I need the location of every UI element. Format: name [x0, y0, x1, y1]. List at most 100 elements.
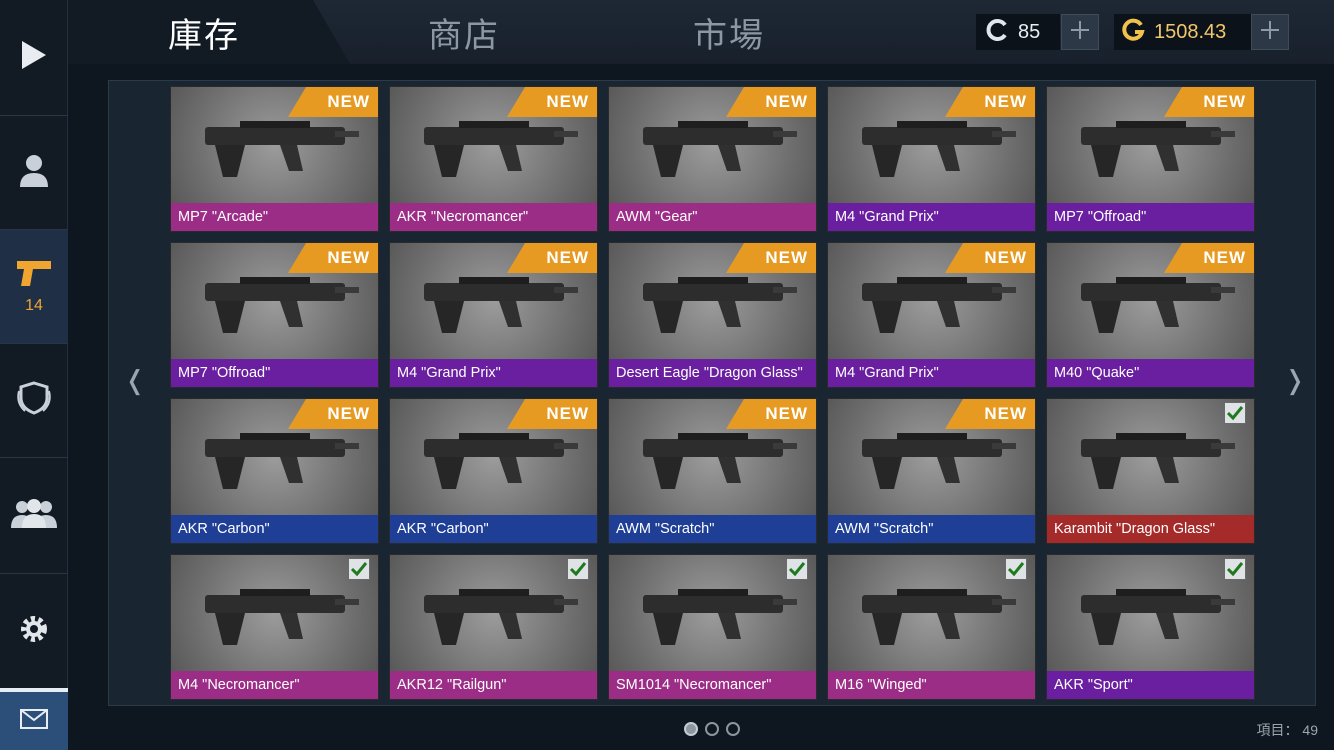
tab-inventory[interactable]: 庫存 [168, 10, 240, 55]
new-badge: NEW [1164, 243, 1254, 273]
sidebar-item-play[interactable] [0, 0, 68, 116]
gold-value: 1508.43 [1154, 20, 1227, 43]
item-label: AWM "Scratch" [828, 515, 1035, 543]
new-badge: NEW [507, 243, 597, 273]
credits-value: 85 [1018, 20, 1041, 43]
inventory-item-card[interactable]: NEW M4 "Grand Prix" [827, 86, 1036, 232]
new-badge: NEW [288, 243, 378, 273]
page-dot[interactable] [684, 722, 698, 736]
item-label: Karambit "Dragon Glass" [1047, 515, 1254, 543]
weapon-image [643, 589, 797, 645]
weapon-image [1081, 433, 1235, 489]
new-badge: NEW [945, 87, 1035, 117]
inventory-item-card[interactable]: NEW AKR "Necromancer" [389, 86, 598, 232]
inventory-item-card[interactable]: Karambit "Dragon Glass" [1046, 398, 1255, 544]
new-badge: NEW [945, 399, 1035, 429]
shield-icon [15, 381, 53, 420]
item-label: AKR "Necromancer" [390, 203, 597, 231]
weapon-image [205, 589, 359, 645]
item-label: M4 "Grand Prix" [828, 203, 1035, 231]
plus-icon [1069, 19, 1091, 46]
item-label: MP7 "Offroad" [171, 359, 378, 387]
sidebar-item-settings[interactable] [0, 574, 68, 688]
page-dot[interactable] [726, 722, 740, 736]
plus-icon [1259, 19, 1281, 46]
inventory-item-card[interactable]: NEW M40 "Quake" [1046, 242, 1255, 388]
group-icon [10, 498, 58, 533]
inventory-item-card[interactable]: NEW MP7 "Offroad" [170, 242, 379, 388]
user-icon [18, 153, 50, 192]
inventory-item-card[interactable]: NEW AWM "Scratch" [827, 398, 1036, 544]
inventory-item-card[interactable]: NEW AWM "Scratch" [608, 398, 817, 544]
new-badge: NEW [726, 399, 816, 429]
new-badge: NEW [945, 243, 1035, 273]
new-badge: NEW [726, 87, 816, 117]
new-badge: NEW [288, 399, 378, 429]
item-label: AKR "Carbon" [171, 515, 378, 543]
prev-page-arrow[interactable]: ❬ [124, 365, 146, 396]
tab-market[interactable]: 市場 [693, 10, 765, 55]
next-page-arrow[interactable]: ❭ [1284, 365, 1306, 396]
item-label: AWM "Gear" [609, 203, 816, 231]
add-gold-button[interactable] [1251, 14, 1289, 50]
sidebar-item-profile[interactable] [0, 116, 68, 230]
inventory-item-card[interactable]: AKR "Sport" [1046, 554, 1255, 700]
sidebar-item-mail[interactable] [0, 688, 68, 750]
gear-icon [18, 613, 50, 650]
inventory-item-card[interactable]: NEW MP7 "Arcade" [170, 86, 379, 232]
inventory-item-card[interactable]: NEW AWM "Gear" [608, 86, 817, 232]
inventory-item-card[interactable]: NEW AKR "Carbon" [170, 398, 379, 544]
new-badge: NEW [1164, 87, 1254, 117]
weapon-image [424, 589, 578, 645]
weapon-image [1081, 589, 1235, 645]
item-count: 項目： 49 [1256, 722, 1318, 738]
page-dot[interactable] [705, 722, 719, 736]
new-badge: NEW [507, 87, 597, 117]
inventory-grid: NEW MP7 "Arcade" NEW AKR "Necromancer" NEW AW… [170, 86, 1255, 700]
gold-display: 1508.43 [1114, 14, 1252, 50]
inventory-count: 14 [25, 297, 43, 314]
mail-icon [20, 708, 48, 734]
item-label: M4 "Necromancer" [171, 671, 378, 699]
sidebar: 14 [0, 0, 68, 750]
item-label: SM1014 "Necromancer" [609, 671, 816, 699]
inventory-item-card[interactable]: NEW AKR "Carbon" [389, 398, 598, 544]
credit-c-icon [986, 18, 1010, 47]
weapon-image [862, 589, 1016, 645]
page-indicator [684, 722, 740, 736]
inventory-item-card[interactable]: AKR12 "Railgun" [389, 554, 598, 700]
credits-display: 85 [976, 14, 1060, 50]
item-label: M4 "Grand Prix" [828, 359, 1035, 387]
tab-shop[interactable]: 商店 [428, 10, 500, 55]
add-credits-button[interactable] [1061, 14, 1099, 50]
new-badge: NEW [507, 399, 597, 429]
equipped-check-icon [1224, 558, 1246, 580]
inventory-item-card[interactable]: SM1014 "Necromancer" [608, 554, 817, 700]
item-label: Desert Eagle "Dragon Glass" [609, 359, 816, 387]
equipped-check-icon [1005, 558, 1027, 580]
item-label: MP7 "Offroad" [1047, 203, 1254, 231]
item-label: AWM "Scratch" [609, 515, 816, 543]
equipped-check-icon [1224, 402, 1246, 424]
item-label: AKR "Sport" [1047, 671, 1254, 699]
item-label: M16 "Winged" [828, 671, 1035, 699]
equipped-check-icon [786, 558, 808, 580]
equipped-check-icon [567, 558, 589, 580]
sidebar-item-friends[interactable] [0, 458, 68, 574]
item-label: AKR12 "Railgun" [390, 671, 597, 699]
item-label: M40 "Quake" [1047, 359, 1254, 387]
inventory-item-card[interactable]: M4 "Necromancer" [170, 554, 379, 700]
play-icon [20, 39, 48, 76]
sidebar-item-inventory[interactable]: 14 [0, 230, 68, 344]
inventory-item-card[interactable]: NEW M4 "Grand Prix" [389, 242, 598, 388]
item-label: AKR "Carbon" [390, 515, 597, 543]
inventory-item-card[interactable]: M16 "Winged" [827, 554, 1036, 700]
pistol-icon [15, 258, 53, 293]
gold-g-icon [1122, 18, 1146, 47]
sidebar-item-clan[interactable] [0, 344, 68, 458]
item-label: MP7 "Arcade" [171, 203, 378, 231]
inventory-item-card[interactable]: NEW M4 "Grand Prix" [827, 242, 1036, 388]
inventory-item-card[interactable]: NEW MP7 "Offroad" [1046, 86, 1255, 232]
inventory-item-card[interactable]: NEW Desert Eagle "Dragon Glass" [608, 242, 817, 388]
new-badge: NEW [726, 243, 816, 273]
